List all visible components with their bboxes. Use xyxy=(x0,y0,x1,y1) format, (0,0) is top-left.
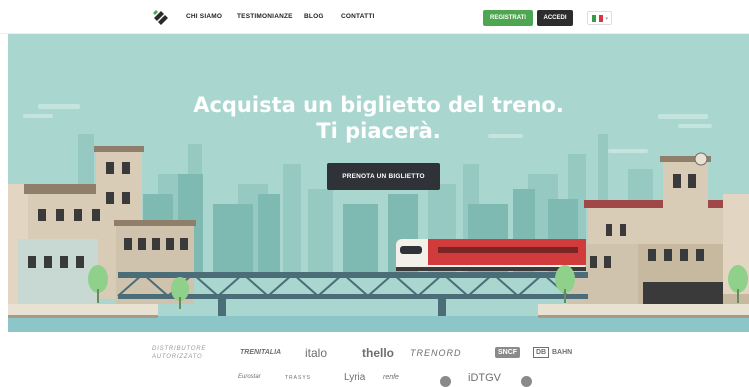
top-navbar: CHI SIAMO TESTIMONIANZE BLOG CONTATTI RE… xyxy=(0,0,749,34)
partner-logo-eurostar: Eurostar xyxy=(238,374,261,380)
partner-logo-circle-icon xyxy=(440,376,451,387)
italy-flag-icon xyxy=(592,15,604,22)
hero-title-line2: Ti piacerà. xyxy=(316,119,441,143)
login-button[interactable]: ACCEDI xyxy=(537,10,573,26)
register-button[interactable]: REGISTRATI xyxy=(483,10,533,26)
book-ticket-button[interactable]: PRENOTA UN BIGLIETTO xyxy=(327,163,440,190)
partner-logo-italo: italo xyxy=(305,346,328,360)
language-selector[interactable]: ▾ xyxy=(587,11,612,25)
partner-logo-trenord: TRENORD xyxy=(410,348,462,358)
authorized-distributors: DISTRIBUTORE AUTORIZZATO TRENITALIA ital… xyxy=(0,332,749,387)
nav-link-contatti[interactable]: CONTATTI xyxy=(341,13,375,20)
partner-logo-badge-icon xyxy=(521,376,532,387)
partner-logo-bahn: BAHN xyxy=(552,349,573,356)
partner-logo-idtgv: iDTGV xyxy=(468,372,501,384)
hero-title: Acquista un biglietto del treno. Ti piac… xyxy=(8,92,749,144)
partner-logo-sncf: SNCF xyxy=(495,347,521,358)
partner-logo-db: DB xyxy=(533,347,550,358)
logo-icon[interactable] xyxy=(152,10,170,26)
nav-link-chi-siamo[interactable]: CHI SIAMO xyxy=(186,13,222,20)
distributor-label-line2: AUTORIZZATO xyxy=(152,354,203,360)
nav-link-blog[interactable]: BLOG xyxy=(304,13,324,20)
partner-logo-renfe: renfe xyxy=(383,374,399,381)
hero-title-line1: Acquista un biglietto del treno. xyxy=(193,93,564,117)
partner-logo-trasys: TRASYS xyxy=(285,375,312,381)
partner-logo-thello: thello xyxy=(362,346,394,360)
partner-logo-lyria: Lyria xyxy=(344,372,366,383)
distributor-label-line1: DISTRIBUTORE xyxy=(152,346,207,352)
nav-link-testimonianze[interactable]: TESTIMONIANZE xyxy=(237,13,293,20)
partner-logo-trenitalia: TRENITALIA xyxy=(240,349,282,356)
chevron-down-icon: ▾ xyxy=(605,16,608,22)
distributor-label: DISTRIBUTORE AUTORIZZATO xyxy=(152,345,206,361)
hero-section: Acquista un biglietto del treno. Ti piac… xyxy=(8,34,749,332)
